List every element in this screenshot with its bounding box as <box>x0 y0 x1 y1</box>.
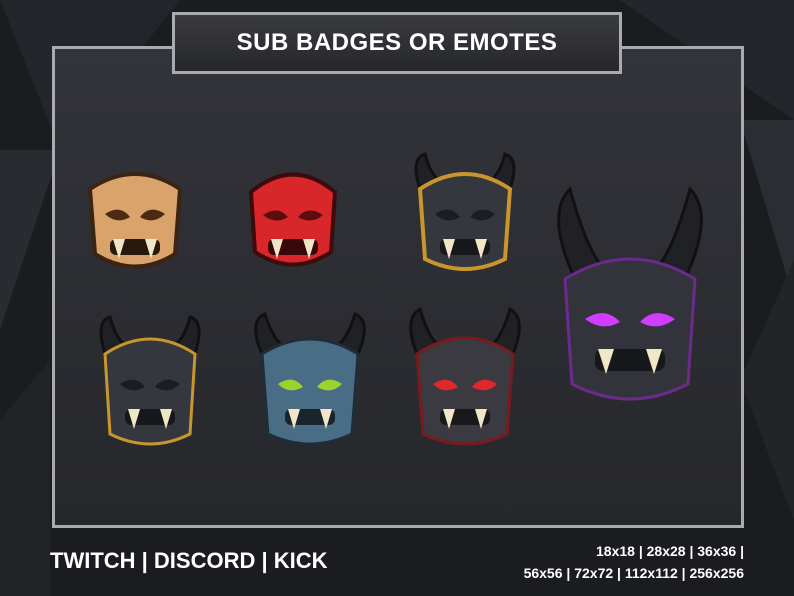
sizes-list: 18x18 | 28x28 | 36x36 | 56x56 | 72x72 | … <box>524 540 744 584</box>
sizes-line-1: 18x18 | 28x28 | 36x36 | <box>596 543 744 559</box>
blue-oni-helmet <box>254 311 366 446</box>
red-eye-oni-helmet <box>409 306 521 446</box>
purple-oni-helmet <box>557 186 703 401</box>
showcase-panel <box>52 46 744 528</box>
red-oni-mask <box>248 172 338 267</box>
sizes-line-2: 56x56 | 72x72 | 112x112 | 256x256 <box>523 565 744 581</box>
black-oni-helmet <box>99 315 201 446</box>
tan-oni-mask <box>87 172 183 269</box>
title-banner: SUB BADGES OR EMOTES <box>172 12 622 74</box>
platforms-label: TWITCH | DISCORD | KICK <box>50 548 328 573</box>
gold-trim-oni-helmet <box>414 152 516 271</box>
page-title: SUB BADGES OR EMOTES <box>236 29 558 56</box>
